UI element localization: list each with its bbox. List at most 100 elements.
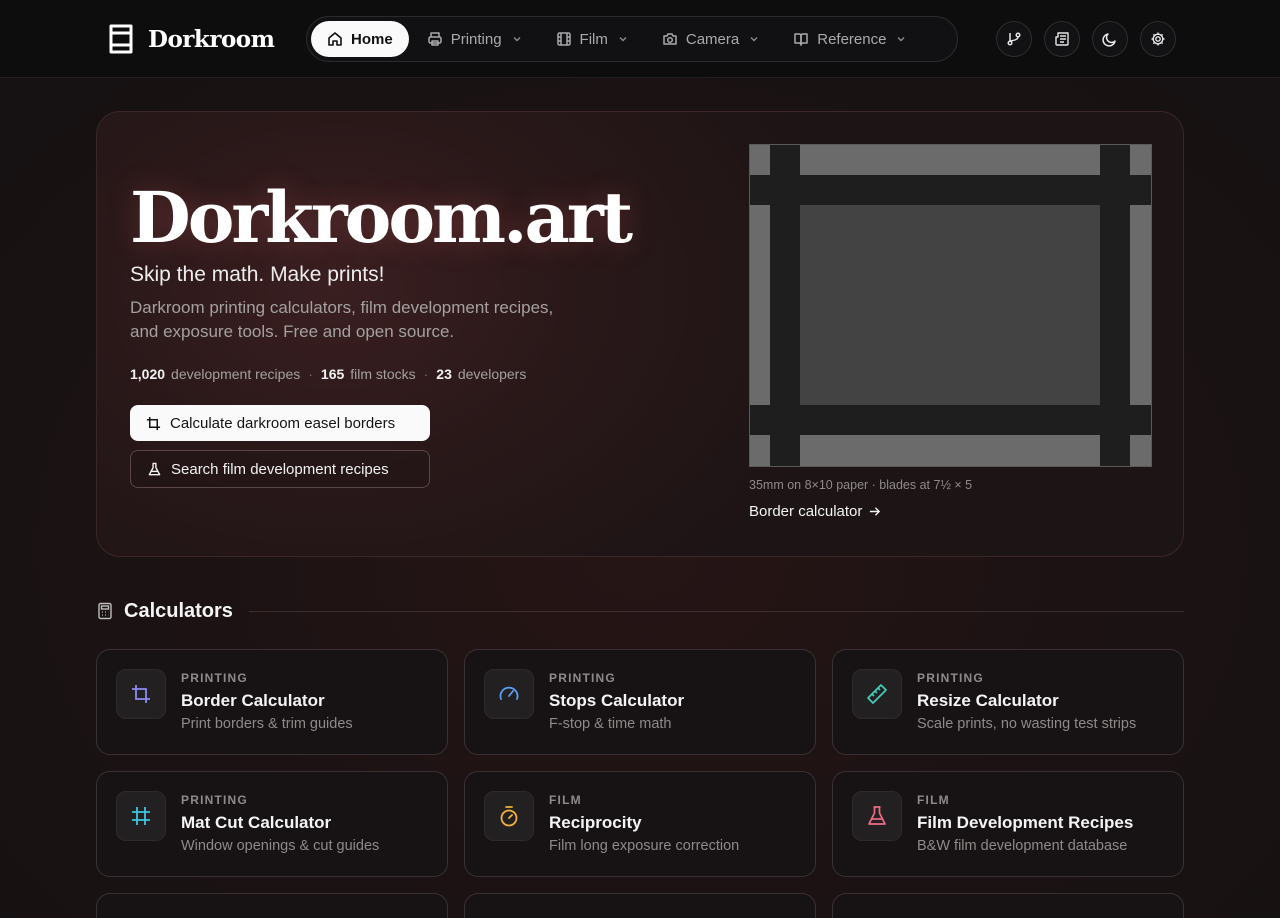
chevron-down-icon	[619, 37, 627, 42]
flask-icon	[868, 806, 886, 825]
chevron-down-icon	[750, 37, 758, 42]
film-icon	[556, 32, 571, 46]
book-icon	[794, 33, 808, 46]
border-calculator-link-label: Border calculator	[749, 503, 863, 520]
stat-recipes-value: 1,020	[130, 366, 166, 382]
calculate-borders-button[interactable]: Calculate darkroom easel borders	[130, 405, 430, 441]
card-icon-box	[852, 791, 902, 841]
card-description: Window openings & cut guides	[181, 838, 380, 854]
news-button[interactable]	[1044, 21, 1080, 57]
calculate-borders-label: Calculate darkroom easel borders	[170, 414, 396, 432]
card-title: Stops Calculator	[549, 691, 685, 710]
brand-link[interactable]: Dorkroom	[108, 22, 275, 56]
chevron-down-icon	[513, 37, 521, 42]
card-stops-calculator[interactable]: PRINTING Stops Calculator F-stop & time …	[464, 649, 816, 755]
card-category: FILM	[917, 793, 950, 807]
stat-films-label: film stocks	[350, 366, 416, 382]
card-title: Mat Cut Calculator	[181, 813, 332, 832]
card-description: Print borders & trim guides	[181, 716, 353, 732]
card-partial[interactable]	[464, 893, 816, 918]
grid-icon	[132, 807, 150, 825]
nav-printing[interactable]: Printing	[411, 21, 538, 57]
camera-icon	[663, 33, 677, 45]
section-divider	[248, 610, 1184, 612]
card-title: Reciprocity	[549, 813, 642, 832]
timer-icon	[500, 806, 518, 827]
moon-icon	[1102, 33, 1116, 47]
card-reciprocity[interactable]: FILM Reciprocity Film long exposure corr…	[464, 771, 816, 877]
stat-films-value: 165	[320, 366, 345, 382]
nav-home-label: Home	[351, 30, 393, 48]
git-branch-icon	[1007, 32, 1021, 46]
nav-printing-label: Printing	[450, 30, 502, 48]
hero-panel: Dorkroom.art Skip the math. Make prints!…	[96, 111, 1184, 557]
search-recipes-label: Search film development recipes	[171, 460, 389, 478]
home-icon	[328, 32, 342, 46]
card-description: Film long exposure correction	[549, 838, 740, 854]
section-title: Calculators	[124, 599, 233, 622]
search-recipes-button[interactable]: Search film development recipes	[130, 450, 430, 488]
ruler-icon	[867, 684, 887, 704]
hero-stats: 1,020 development recipes · 165 film sto…	[130, 366, 526, 382]
card-resize-calculator[interactable]: PRINTING Resize Calculator Scale prints,…	[832, 649, 1184, 755]
printer-icon	[427, 32, 442, 46]
card-icon-box	[116, 669, 166, 719]
theme-toggle-button[interactable]	[1092, 21, 1128, 57]
settings-button[interactable]	[1140, 21, 1176, 57]
preview-caption: 35mm on 8×10 paper · blades at 7½ × 5	[749, 478, 973, 492]
card-partial[interactable]	[96, 893, 448, 918]
card-category: PRINTING	[549, 671, 616, 685]
top-navigation-bar: Dorkroom Home Printing Film Camera Refer…	[0, 0, 1280, 78]
hero-subtitle: Skip the math. Make prints!	[130, 263, 385, 286]
stat-recipes-label: development recipes	[171, 366, 301, 382]
stat-developers-value: 23	[436, 366, 452, 382]
card-partial[interactable]	[832, 893, 1184, 918]
card-icon-box	[484, 791, 534, 841]
nav-camera[interactable]: Camera	[646, 21, 775, 57]
nav-film-label: Film	[579, 30, 608, 48]
newspaper-icon	[1055, 32, 1069, 46]
card-title: Resize Calculator	[917, 691, 1059, 710]
crop-icon	[146, 416, 161, 430]
print-area	[800, 205, 1100, 405]
card-category: FILM	[549, 793, 582, 807]
card-icon-box	[484, 669, 534, 719]
card-description: Scale prints, no wasting test strips	[917, 716, 1137, 732]
easel-blade-bottom	[750, 405, 1151, 435]
card-mat-cut-calculator[interactable]: PRINTING Mat Cut Calculator Window openi…	[96, 771, 448, 877]
separator-dot: ·	[423, 366, 429, 382]
gear-icon	[1151, 32, 1165, 46]
gauge-icon	[499, 686, 519, 700]
github-button[interactable]	[996, 21, 1032, 57]
card-film-development-recipes[interactable]: FILM Film Development Recipes B&W film d…	[832, 771, 1184, 877]
card-category: PRINTING	[917, 671, 984, 685]
hero-title: Dorkroom.art	[130, 176, 633, 259]
nav-home[interactable]: Home	[311, 21, 409, 57]
border-preview	[749, 144, 1152, 467]
dorkroom-logo-icon	[109, 24, 133, 54]
arrow-right-icon	[870, 507, 881, 516]
brand-name: Dorkroom	[148, 25, 275, 53]
border-calculator-link[interactable]: Border calculator	[749, 503, 881, 520]
crop-icon	[132, 685, 150, 703]
flask-icon	[148, 462, 161, 475]
calculator-icon	[98, 602, 112, 620]
card-icon-box	[852, 669, 902, 719]
card-icon-box	[116, 791, 166, 841]
nav-film[interactable]: Film	[540, 21, 644, 57]
card-title: Film Development Recipes	[917, 813, 1134, 832]
main-nav: Home Printing Film Camera Reference	[306, 16, 958, 62]
nav-reference[interactable]: Reference	[777, 21, 922, 57]
card-title: Border Calculator	[181, 691, 325, 710]
calculators-section-header: Calculators	[96, 598, 1184, 624]
card-category: PRINTING	[181, 671, 248, 685]
stat-developers-label: developers	[457, 366, 527, 382]
easel-blade-top	[750, 175, 1151, 205]
chevron-down-icon	[897, 37, 905, 42]
card-description: B&W film development database	[917, 838, 1128, 854]
card-category: PRINTING	[181, 793, 248, 807]
card-description: F-stop & time math	[549, 716, 672, 732]
nav-reference-label: Reference	[817, 30, 887, 48]
separator-dot: ·	[308, 366, 313, 382]
card-border-calculator[interactable]: PRINTING Border Calculator Print borders…	[96, 649, 448, 755]
